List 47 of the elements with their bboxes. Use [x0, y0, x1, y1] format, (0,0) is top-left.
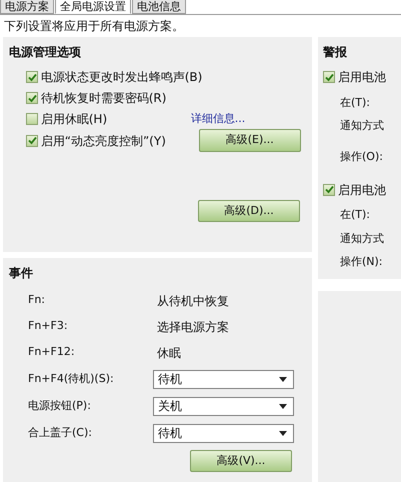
tab[interactable]: 电源方案 [0, 0, 54, 14]
checkbox[interactable] [26, 134, 38, 146]
description-text: 下列设置将应用于所有电源方案。 [3, 18, 185, 35]
dropdown-value: 待机 [158, 371, 182, 388]
caret-icon [279, 430, 287, 436]
dropdown[interactable]: 待机 [153, 424, 294, 442]
checkbox-label: 待机恢复时需要密码(R) [40, 90, 166, 107]
checkbox-label: 启用休眠(H) [40, 111, 108, 128]
tab[interactable]: 电池信息 [132, 0, 186, 14]
dropdown-value: 关机 [158, 398, 182, 415]
section-title: 警报 [323, 44, 348, 61]
field-label: 操作(O): [339, 148, 383, 164]
checkbox-label: 电源状态更改时发出蜂鸣声(B) [40, 69, 202, 86]
advanced-button[interactable]: 高级(D)... [198, 200, 300, 222]
checkbox-label: 启用“动态亮度控制”(Y) [40, 132, 167, 150]
event-label: Fn+F12: [28, 344, 76, 360]
field-label: 通知方式 [339, 230, 384, 246]
dropdown[interactable]: 待机 [153, 370, 294, 388]
event-label: 电源按钮(P): [28, 398, 92, 414]
event-label: Fn+F3: [28, 318, 69, 334]
advanced-button[interactable]: 高级(V)... [190, 450, 292, 472]
dropdown-value: 待机 [158, 425, 182, 442]
field-label: 通知方式 [339, 118, 384, 134]
checkbox[interactable] [26, 92, 38, 104]
event-value: 从待机中恢复 [156, 292, 229, 310]
checkbox[interactable] [323, 184, 335, 196]
tab[interactable]: 全局电源设置 [55, 0, 131, 14]
checkbox-label: 启用电池 [338, 69, 386, 86]
caret-icon [279, 376, 287, 382]
event-label: Fn: [28, 292, 46, 308]
event-label: 合上盖子(C): [28, 424, 93, 441]
checkbox[interactable] [26, 113, 38, 125]
field-label: 在(T): [339, 207, 370, 223]
checkbox[interactable] [26, 71, 38, 83]
caret-icon [279, 404, 287, 408]
details-link[interactable]: 详细信息... [190, 110, 246, 128]
checkbox-label: 启用电池 [338, 182, 386, 198]
event-label: Fn+F4(待机)(S): [28, 370, 115, 387]
event-value: 休眠 [156, 344, 181, 362]
field-label: 操作(N): [339, 254, 383, 270]
section-title: 电源管理选项 [9, 44, 82, 61]
field-label: 在(T): [339, 94, 370, 110]
advanced-button[interactable]: 高级(E)... [198, 129, 301, 152]
checkbox[interactable] [323, 71, 335, 83]
event-value: 选择电源方案 [156, 318, 229, 336]
dropdown[interactable]: 关机 [153, 396, 294, 416]
section-title: 事件 [9, 265, 34, 282]
